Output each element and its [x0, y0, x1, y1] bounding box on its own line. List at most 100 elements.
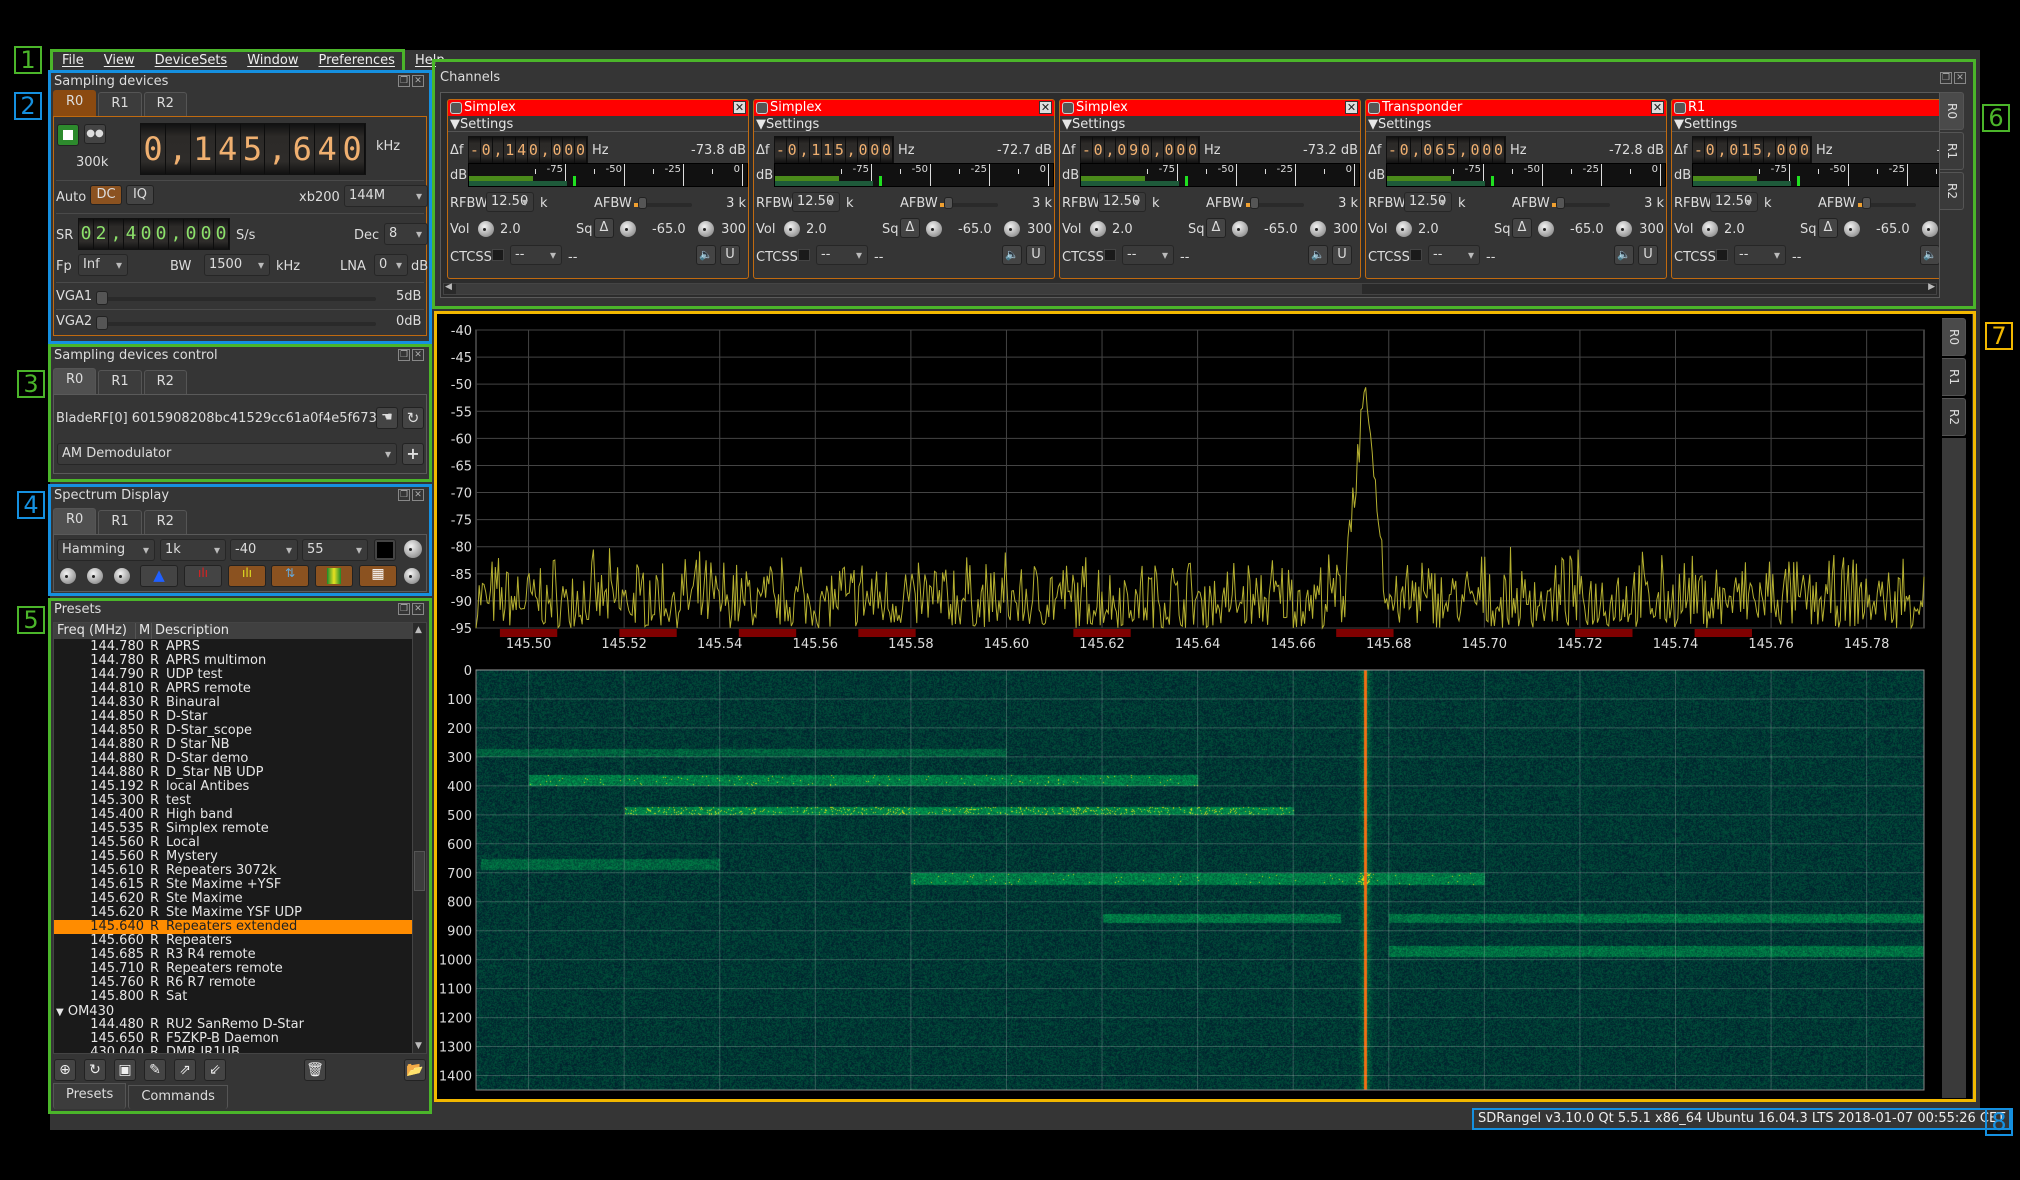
digit[interactable]: 6: [1434, 137, 1446, 163]
squelch-level-dial[interactable]: [926, 221, 942, 237]
float-icon[interactable]: ❐: [398, 603, 410, 615]
digit[interactable]: ,: [109, 219, 124, 249]
rfbw-select[interactable]: 12.50: [1404, 192, 1452, 212]
volume-dial[interactable]: [1702, 221, 1718, 237]
vga1-slider[interactable]: [96, 297, 376, 301]
digit[interactable]: 4: [215, 124, 241, 174]
preset-row[interactable]: 145.760 R R6 R7 remote: [54, 976, 412, 990]
digit[interactable]: 5: [1445, 137, 1458, 163]
histogram-button[interactable]: ▲: [140, 565, 178, 587]
xb200-select[interactable]: 144M: [344, 185, 428, 207]
volume-dial[interactable]: [1090, 221, 1106, 237]
digit[interactable]: ,: [1410, 137, 1423, 163]
float-icon[interactable]: ❐: [398, 349, 410, 361]
afbw-slider-handle[interactable]: [1862, 197, 1871, 209]
ctcss-select[interactable]: --: [1734, 245, 1786, 265]
digit[interactable]: ,: [1457, 137, 1470, 163]
digit[interactable]: -: [469, 137, 481, 163]
digit[interactable]: 0: [1398, 137, 1411, 163]
range-select[interactable]: 55: [302, 539, 368, 561]
rfbw-select[interactable]: 12.50: [792, 192, 840, 212]
digit[interactable]: 0: [869, 137, 882, 163]
preset-row[interactable]: 145.192 Rlocal Antibes: [54, 780, 412, 794]
digit[interactable]: 0: [551, 137, 564, 163]
digit[interactable]: 0: [199, 219, 214, 249]
preset-row[interactable]: 144.790 R UDP test: [54, 668, 412, 682]
spectrum-tab-r2[interactable]: R2: [1942, 398, 1966, 436]
preset-row[interactable]: 145.560 R Mystery: [54, 850, 412, 864]
vga1-slider-handle[interactable]: [96, 291, 108, 305]
spectrum-tab-r1[interactable]: R1: [1942, 358, 1966, 396]
digit[interactable]: 0: [1481, 137, 1494, 163]
audio-mute-button[interactable]: 🔈: [1002, 245, 1022, 265]
udp-button[interactable]: U: [1026, 245, 1046, 265]
digit[interactable]: 0: [1799, 137, 1811, 163]
menu-file[interactable]: File: [52, 53, 94, 68]
delete-preset-button[interactable]: 🗑: [304, 1059, 326, 1081]
squelch-gate-dial[interactable]: [1310, 221, 1326, 237]
float-icon[interactable]: ❐: [398, 75, 410, 87]
squelch-level-dial[interactable]: [620, 221, 636, 237]
digit[interactable]: ,: [1151, 137, 1164, 163]
tab-r2[interactable]: R2: [143, 370, 187, 394]
stroke-dial[interactable]: [87, 568, 103, 584]
preset-row[interactable]: 144.880 R D-Star demo: [54, 752, 412, 766]
digit[interactable]: 0: [340, 124, 366, 174]
preset-row[interactable]: 144.480 R RU2 SanRemo D-Star: [54, 1018, 412, 1032]
preset-row[interactable]: 144.850 R D-Star: [54, 710, 412, 724]
background-color-button[interactable]: [374, 539, 396, 561]
scroll-down-icon[interactable]: ▼: [415, 1041, 422, 1051]
dc-correction-button[interactable]: DC: [90, 185, 122, 205]
digit[interactable]: ,: [798, 137, 811, 163]
digit[interactable]: 0: [214, 219, 229, 249]
afbw-slider-handle[interactable]: [1556, 197, 1565, 209]
ctcss-checkbox[interactable]: [1104, 249, 1116, 261]
tab-r1[interactable]: R1: [98, 92, 142, 116]
channel-title-bar[interactable]: Simplex ✕: [754, 100, 1054, 116]
preset-row[interactable]: 145.710 R Repeaters remote: [54, 962, 412, 976]
squelch-mode-button[interactable]: Δ: [1206, 218, 1226, 238]
add-channel-button[interactable]: +: [402, 443, 424, 465]
digit[interactable]: 0: [881, 137, 893, 163]
hscroll-thumb[interactable]: [456, 284, 1362, 294]
ctcss-select[interactable]: --: [1428, 245, 1480, 265]
digit[interactable]: 0: [141, 124, 166, 174]
digit[interactable]: 0: [575, 137, 587, 163]
digit[interactable]: 2: [94, 219, 109, 249]
scroll-up-icon[interactable]: ▲: [415, 625, 422, 635]
digit[interactable]: ,: [1104, 137, 1117, 163]
digit[interactable]: ,: [169, 219, 184, 249]
digit[interactable]: -: [1387, 137, 1399, 163]
digit[interactable]: 0: [139, 219, 154, 249]
digit[interactable]: ,: [845, 137, 858, 163]
squelch-gate-dial[interactable]: [1004, 221, 1020, 237]
col-mode[interactable]: M: [136, 623, 152, 639]
scroll-left-icon[interactable]: ◀: [445, 282, 452, 292]
digit[interactable]: 0: [1775, 137, 1788, 163]
sample-rate-dial[interactable]: 02,400,000: [78, 218, 230, 250]
reload-device-button[interactable]: ↻: [402, 407, 424, 429]
waterfall-button[interactable]: [315, 565, 353, 587]
digit[interactable]: 0: [1163, 137, 1176, 163]
digit[interactable]: 0: [1187, 137, 1199, 163]
decay-dial[interactable]: [404, 540, 422, 558]
channels-hscrollbar[interactable]: ◀ ▶: [443, 282, 1937, 295]
menu-preferences[interactable]: Preferences: [308, 53, 404, 68]
digit[interactable]: 4: [315, 124, 341, 174]
digit[interactable]: 0: [1493, 137, 1505, 163]
digit[interactable]: 0: [154, 219, 169, 249]
close-icon[interactable]: ✕: [1345, 101, 1358, 114]
ctcss-select[interactable]: --: [510, 245, 562, 265]
digit[interactable]: 0: [1139, 137, 1152, 163]
digit[interactable]: 1: [504, 137, 517, 163]
menu-devicesets[interactable]: DeviceSets: [145, 53, 238, 68]
close-icon[interactable]: ✕: [412, 489, 424, 501]
preset-row[interactable]: 144.780 R APRS: [54, 640, 412, 654]
fft-size-select[interactable]: 1k: [160, 539, 226, 561]
bandwidth-select[interactable]: 1500: [204, 254, 270, 276]
tab-r2[interactable]: R2: [143, 510, 187, 534]
preset-row[interactable]: 144.810 R APRS remote: [54, 682, 412, 696]
preset-row[interactable]: 430.040 R DMR IR1UB: [54, 1046, 412, 1054]
digit[interactable]: 0: [184, 219, 199, 249]
channel-enable-checkbox[interactable]: [1674, 102, 1686, 114]
